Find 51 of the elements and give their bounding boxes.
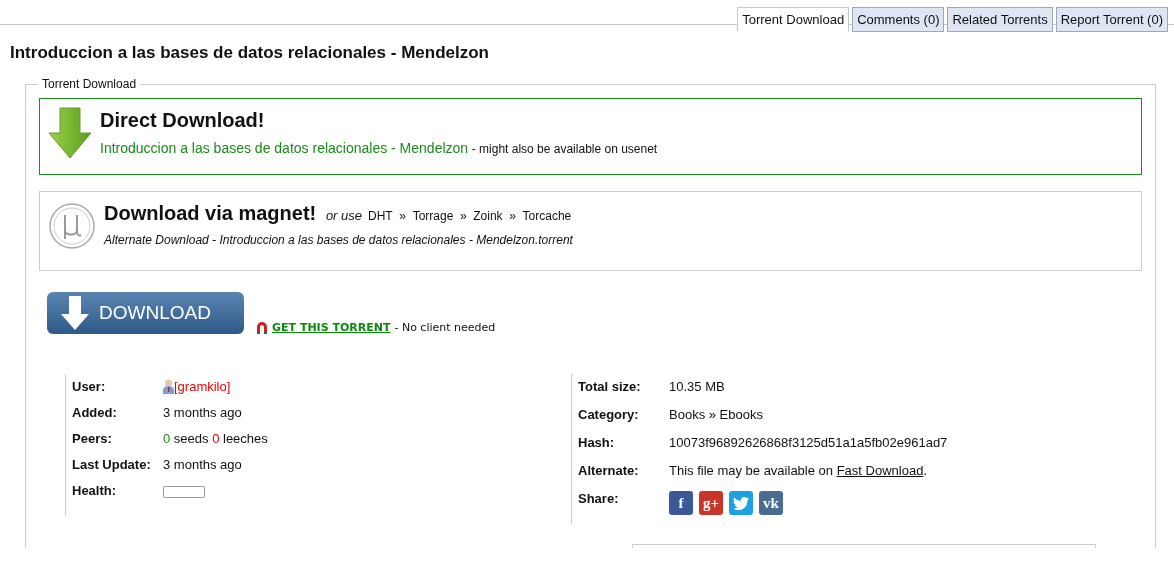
- field-label: Category:: [578, 407, 640, 422]
- down-arrow-icon: [61, 296, 89, 330]
- field-label: Total size:: [578, 379, 642, 394]
- download-arrow-icon: [48, 107, 92, 159]
- field-value: 10073f96892626868f3125d51a1a5fb02e961ad7: [669, 435, 948, 450]
- magnet-heading: Download via magnet!: [104, 202, 317, 224]
- user-icon: [163, 379, 174, 394]
- mirror-link[interactable]: Torcache: [522, 209, 572, 223]
- field-label: Hash:: [578, 435, 616, 450]
- section-legend: Torrent Download: [38, 77, 141, 91]
- bird-icon: [733, 496, 749, 510]
- field-label: Peers:: [72, 431, 113, 446]
- download-button[interactable]: DOWNLOAD: [47, 292, 244, 334]
- field-value: 10.35 MB: [669, 379, 725, 394]
- get-torrent-link[interactable]: GET THIS TORRENT: [272, 321, 391, 334]
- field-label: Health:: [72, 483, 118, 498]
- tab[interactable]: Torrent Download: [737, 7, 850, 32]
- mirror-link[interactable]: Torrage: [412, 209, 454, 223]
- mirror-link[interactable]: Zoink: [473, 209, 503, 223]
- usenet-note: - might also be available on usenet: [471, 142, 658, 156]
- page-title: Introduccion a las bases de datos relacionales - Mendelzon: [10, 43, 490, 63]
- tab[interactable]: Comments (0): [852, 7, 945, 32]
- alternate-download-link[interactable]: Alternate Download - Introduccion a las bases de datos relacionales - Mendelzon.torrent: [104, 233, 575, 247]
- separator: »: [399, 209, 406, 223]
- field-label: User:: [72, 379, 107, 394]
- field-value: Books » Ebooks: [669, 407, 763, 422]
- mirror-link[interactable]: DHT: [368, 209, 393, 223]
- mu-logo-icon: [48, 202, 96, 250]
- or-use-label: or use: [325, 208, 362, 223]
- tab[interactable]: Report Torrent (0): [1055, 7, 1168, 32]
- tab[interactable]: Related Torrents: [947, 7, 1053, 32]
- share-button[interactable]: g+: [699, 491, 723, 515]
- field-label: Last Update:: [72, 457, 152, 472]
- share-button[interactable]: f: [669, 491, 693, 515]
- separator: »: [459, 209, 467, 223]
- direct-download-heading: Direct Download!: [100, 109, 266, 132]
- separator: »: [509, 209, 516, 223]
- field-label: Alternate:: [578, 463, 640, 478]
- field-label: Share:: [578, 491, 620, 506]
- no-client-note: - No client needed: [394, 321, 496, 334]
- username-link[interactable]: [gramkilo]: [174, 379, 231, 394]
- field-label: Added:: [72, 405, 118, 420]
- torrent-name-link[interactable]: Introduccion a las bases de datos relacionales - Mendelzon: [100, 140, 469, 156]
- field-value: 3 months ago: [163, 405, 242, 420]
- health-bar: [163, 486, 205, 498]
- alternate-text: This file may be available on Fast Download.: [669, 463, 927, 478]
- peers-value: 0 seeds 0 leeches: [163, 431, 268, 446]
- magnet-icon: [256, 321, 268, 334]
- share-button[interactable]: vk: [759, 491, 783, 515]
- field-value: 3 months ago: [163, 457, 242, 472]
- share-button[interactable]: [729, 491, 753, 515]
